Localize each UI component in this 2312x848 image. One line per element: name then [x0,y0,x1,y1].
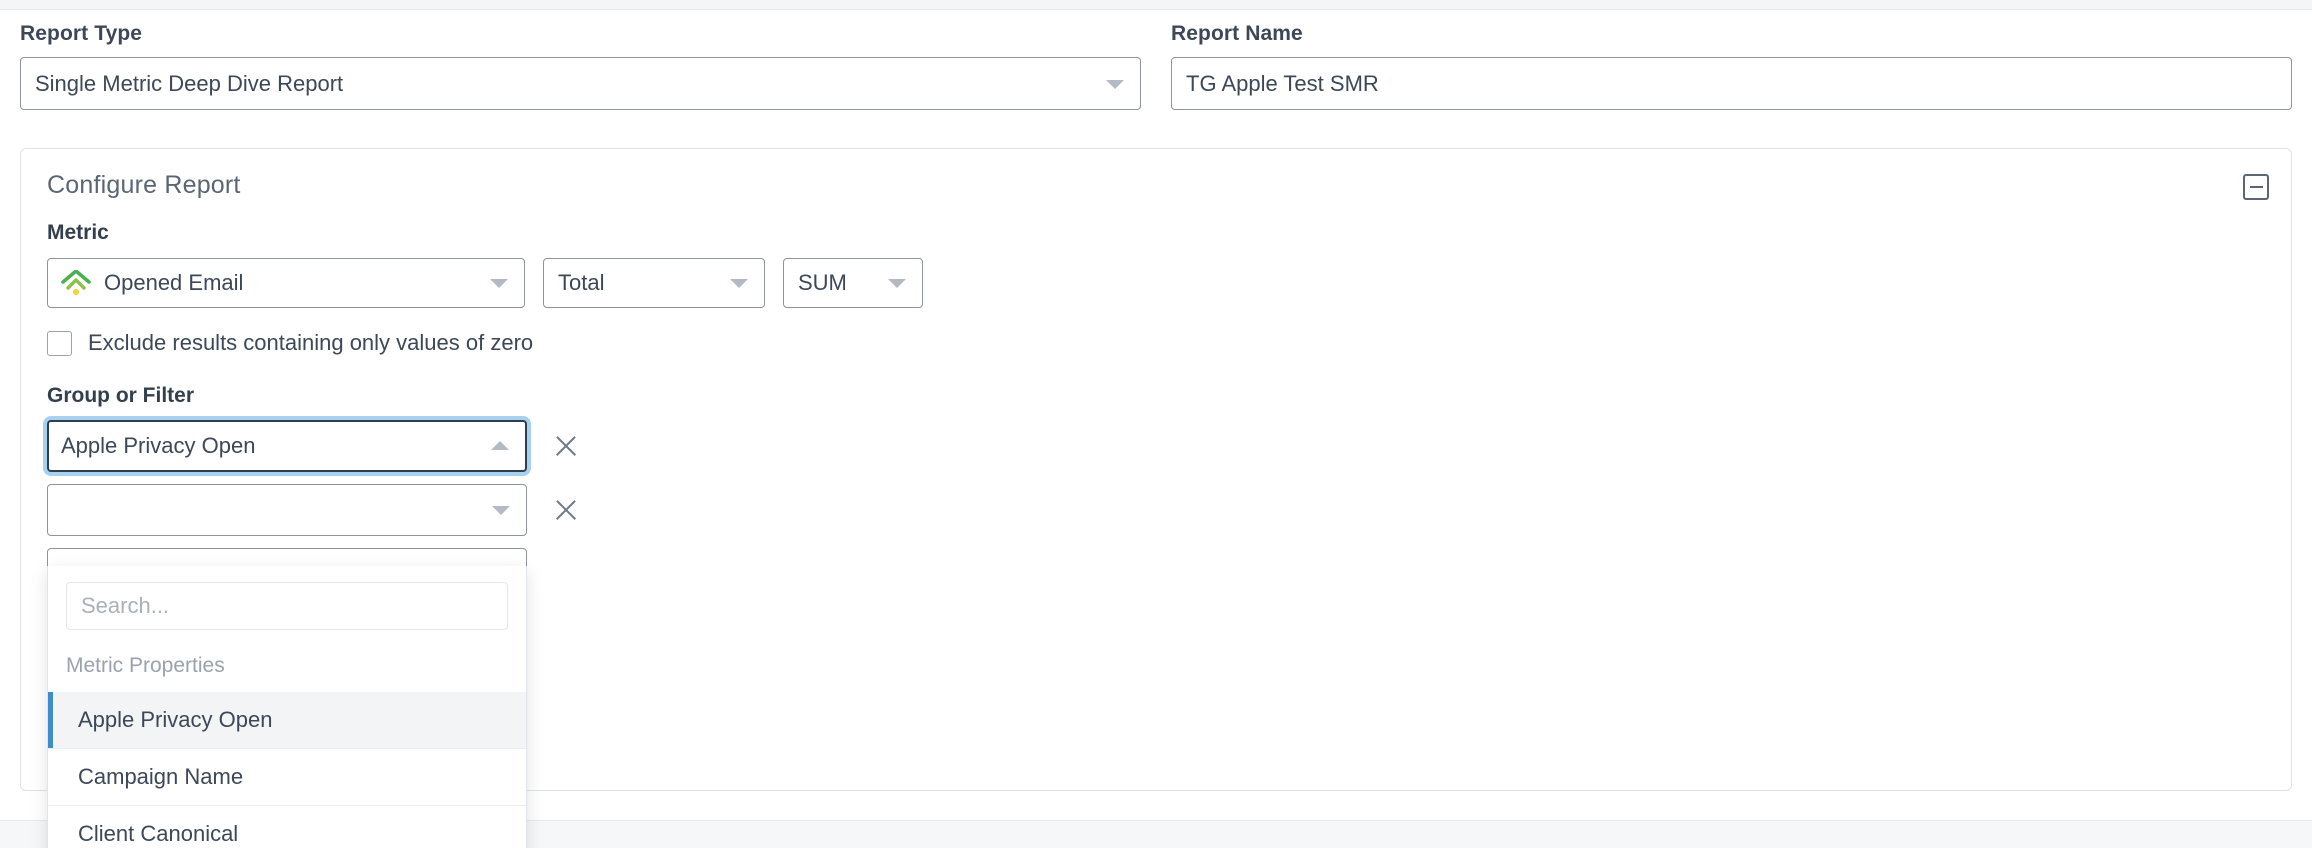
metric-label: Metric [47,221,2271,245]
dropdown-item-list: Apple Privacy OpenCampaign NameClient Ca… [48,692,526,848]
report-name-label: Report Name [1171,22,2292,46]
dropdown-search-wrap [48,566,526,644]
chevron-up-icon [491,441,509,450]
top-strip [0,0,2312,10]
metric-value: Opened Email [104,270,243,296]
chevron-down-icon [1106,80,1124,89]
report-type-label: Report Type [20,22,1141,46]
report-type-value: Single Metric Deep Dive Report [35,71,343,97]
group-filter-select-2[interactable] [47,484,527,536]
dropdown-group-header: Metric Properties [48,644,526,692]
signal-wifi-icon [60,270,92,296]
card-body: Metric Opened Email Total [47,221,2271,750]
metric-window-select[interactable]: Total [543,258,765,308]
exclude-zero-checkbox[interactable] [47,331,72,356]
remove-group-filter-1-close-x-icon[interactable] [549,429,583,463]
dropdown-item[interactable]: Campaign Name [48,748,526,805]
dropdown-item[interactable]: Client Canonical [48,805,526,848]
chevron-down-icon [730,279,748,288]
collapse-minus-icon[interactable] [2243,174,2269,200]
metric-function-value: SUM [798,270,847,296]
report-builder-page: Report Type Single Metric Deep Dive Repo… [0,0,2312,848]
group-filter-row-1: Apple Privacy Open [47,420,583,472]
dropdown-search-input[interactable] [66,582,508,630]
report-name-input[interactable]: TG Apple Test SMR [1171,57,2292,110]
metric-select[interactable]: Opened Email [47,258,525,308]
report-type-field: Report Type Single Metric Deep Dive Repo… [20,22,1141,110]
report-name-field: Report Name TG Apple Test SMR [1171,22,2292,110]
card-title: Configure Report [47,171,241,200]
metric-window-value: Total [558,270,604,296]
metric-row: Opened Email Total SUM [47,258,2271,308]
chevron-down-icon [888,279,906,288]
group-filter-dropdown-panel: Metric Properties Apple Privacy OpenCamp… [47,566,527,848]
dropdown-item[interactable]: Apple Privacy Open [48,692,526,748]
group-filter-select-1[interactable]: Apple Privacy Open [47,420,527,472]
exclude-zero-label: Exclude results containing only values o… [88,330,533,356]
report-type-select[interactable]: Single Metric Deep Dive Report [20,57,1141,110]
remove-group-filter-2-close-x-icon[interactable] [549,493,583,527]
group-or-filter-label: Group or Filter [47,384,2271,408]
group-filter-value-1: Apple Privacy Open [61,433,255,459]
chevron-down-icon [490,279,508,288]
exclude-zero-row[interactable]: Exclude results containing only values o… [47,330,2271,356]
metric-function-select[interactable]: SUM [783,258,923,308]
chevron-down-icon [492,506,510,515]
header-fields-row: Report Type Single Metric Deep Dive Repo… [0,22,2312,110]
report-name-value: TG Apple Test SMR [1186,71,1379,97]
configure-report-card: Configure Report Metric Opened Email [20,148,2292,791]
group-filter-row-2 [47,484,583,536]
